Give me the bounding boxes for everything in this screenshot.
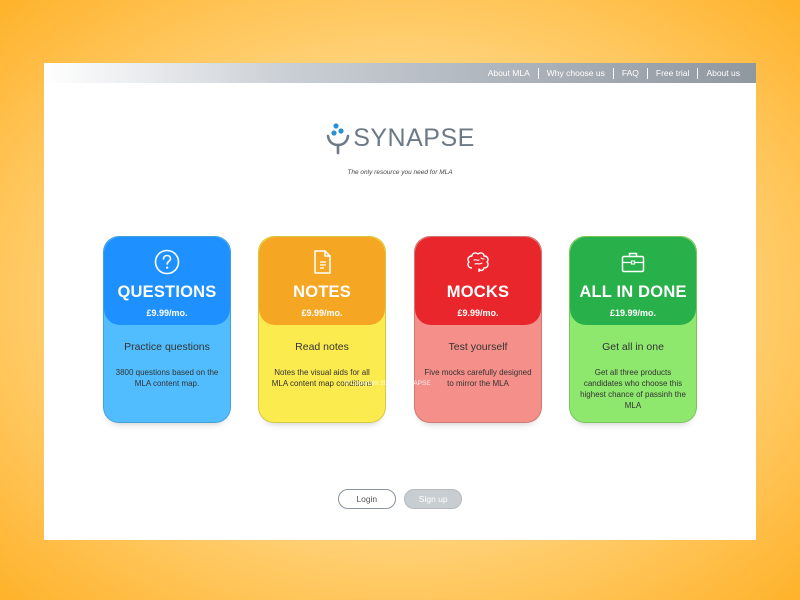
card-price: £9.99/mo.: [457, 308, 499, 318]
nav-about-mla[interactable]: About MLA: [480, 68, 538, 79]
card-notes[interactable]: NOTES £9.99/mo. Read notes Notes the vis…: [258, 236, 386, 423]
copyright-text: © Copyright 2025 | SYNAPSE: [344, 380, 431, 387]
card-questions[interactable]: QUESTIONS £9.99/mo. Practice questions 3…: [103, 236, 231, 423]
login-button[interactable]: Login: [337, 489, 396, 509]
card-description: Get all three products candidates who ch…: [580, 368, 686, 410]
logo-area: SYNAPSE: [44, 121, 756, 160]
card-price: £19.99/mo.: [609, 308, 657, 318]
pricing-cards: QUESTIONS £9.99/mo. Practice questions 3…: [103, 236, 697, 423]
synapse-logo-icon: [326, 123, 350, 155]
brand-name: SYNAPSE: [353, 123, 475, 152]
card-all-in-done[interactable]: ALL IN DONE £19.99/mo. Get all in one Ge…: [569, 236, 697, 423]
card-subtitle: Test yourself: [448, 341, 508, 353]
card-header: NOTES £9.99/mo.: [259, 237, 385, 325]
card-header: MOCKS £9.99/mo.: [415, 237, 541, 325]
card-header: ALL IN DONE £19.99/mo.: [570, 237, 696, 325]
signup-button[interactable]: Sign up: [404, 489, 463, 509]
briefcase-icon: [621, 252, 645, 273]
card-description: 3800 questions based on the MLA content …: [115, 368, 219, 388]
brain-icon: [467, 252, 489, 272]
question-circle-icon: [154, 249, 180, 275]
card-title: MOCKS: [446, 283, 510, 301]
top-nav-bar: About MLA Why choose us FAQ Free trial A…: [44, 63, 756, 83]
card-header: QUESTIONS £9.99/mo.: [104, 237, 230, 325]
card-title: ALL IN DONE: [579, 283, 687, 301]
card-title: QUESTIONS: [117, 283, 217, 301]
document-icon: [314, 250, 331, 274]
nav-faq[interactable]: FAQ: [612, 67, 647, 79]
card-description: Five mocks carefully designed to mirror …: [424, 368, 532, 388]
nav-about-us[interactable]: About us: [697, 67, 748, 79]
card-title: NOTES: [293, 283, 351, 301]
nav-why-choose-us[interactable]: Why choose us: [537, 67, 613, 79]
brand-tagline: The only resource you need for MLA: [347, 169, 453, 176]
auth-buttons: Login Sign up: [44, 489, 756, 509]
card-subtitle: Practice questions: [124, 341, 210, 353]
card-price: £9.99/mo.: [146, 308, 188, 318]
browser-window: About MLA Why choose us FAQ Free trial A…: [44, 63, 756, 540]
card-mocks[interactable]: MOCKS £9.99/mo. Test yourself Five mocks…: [414, 236, 542, 423]
card-subtitle: Get all in one: [602, 341, 664, 353]
brand-logo: SYNAPSE: [325, 121, 475, 155]
card-subtitle: Read notes: [295, 341, 349, 353]
card-price: £9.99/mo.: [301, 308, 343, 318]
nav-free-trial[interactable]: Free trial: [646, 67, 698, 79]
